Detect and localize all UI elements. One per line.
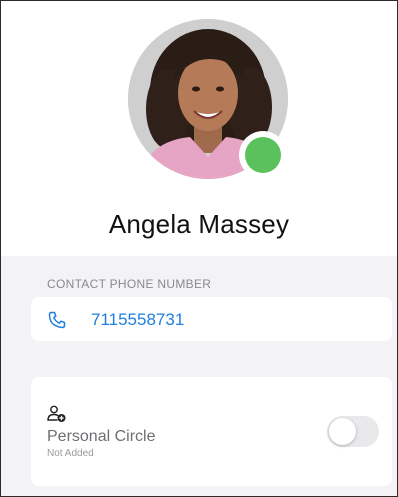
personal-circle-card: Personal Circle Not Added <box>31 377 392 486</box>
contact-detail-screen: Angela Massey CONTACT PHONE NUMBER 71155… <box>0 0 398 497</box>
phone-icon <box>47 310 67 330</box>
personal-circle-toggle[interactable] <box>327 416 379 447</box>
phone-section-label: CONTACT PHONE NUMBER <box>47 277 212 291</box>
contact-name: Angela Massey <box>108 209 290 239</box>
presence-dot <box>245 137 281 173</box>
personal-circle-status: Not Added <box>47 448 94 459</box>
presence-indicator <box>239 131 287 179</box>
toggle-knob <box>329 418 356 445</box>
profile-header: Angela Massey <box>1 1 397 256</box>
personal-circle-title: Personal Circle <box>47 428 156 445</box>
phone-number-row[interactable]: 7115558731 <box>31 297 392 341</box>
add-person-icon <box>47 405 67 423</box>
phone-number-link[interactable]: 7115558731 <box>91 310 184 330</box>
